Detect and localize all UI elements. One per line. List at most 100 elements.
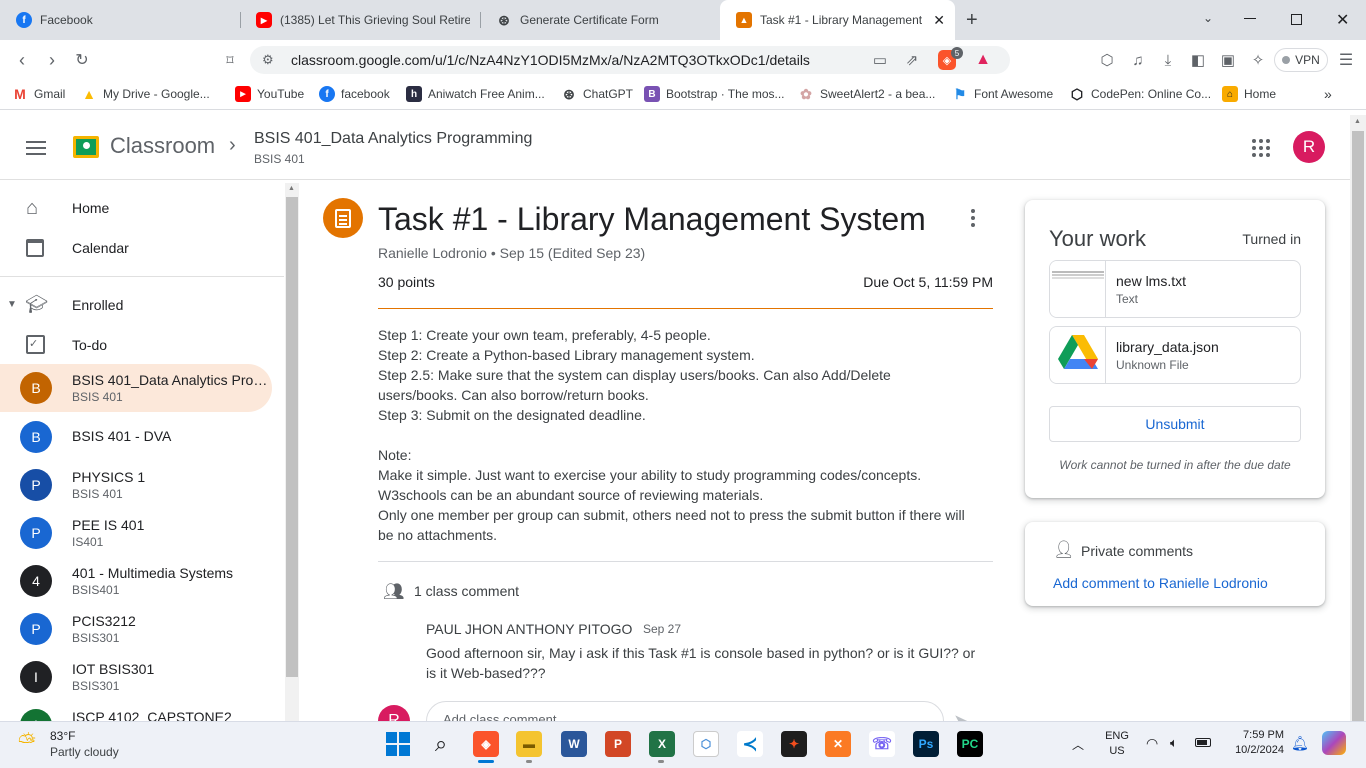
sidebar-scrollbar-thumb[interactable] bbox=[286, 197, 298, 677]
sidebar-item-calendar[interactable]: Calendar bbox=[0, 228, 272, 268]
excel-icon[interactable]: X bbox=[649, 731, 675, 757]
file-type: Text bbox=[1116, 292, 1139, 306]
page-scrollbar[interactable]: ▲ bbox=[1350, 115, 1366, 721]
clock[interactable]: 7:59 PM 10/2/2024 bbox=[1228, 729, 1284, 756]
bookmark-facebook[interactable]: f facebook bbox=[319, 86, 390, 102]
bookmark-sweetalert[interactable]: ✿ SweetAlert2 - a bea... bbox=[798, 86, 935, 102]
tab-title: Facebook bbox=[40, 13, 93, 27]
cast-icon[interactable]: ▭ bbox=[870, 50, 890, 70]
bookmark-codepen[interactable]: ⬡ CodePen: Online Co... bbox=[1069, 86, 1211, 102]
brave-browser-icon[interactable]: ◈ bbox=[473, 731, 499, 757]
main-menu-icon[interactable] bbox=[26, 141, 46, 143]
notification-bell-icon[interactable]: 🔔︎ bbox=[1291, 735, 1309, 752]
more-options-icon[interactable] bbox=[971, 209, 975, 213]
vpn-button[interactable]: VPN bbox=[1274, 48, 1328, 72]
reload-icon[interactable]: ↻ bbox=[70, 48, 94, 72]
site-info-icon[interactable]: ⚙ bbox=[262, 52, 274, 68]
expand-arrow-icon[interactable]: ▼ bbox=[7, 299, 17, 310]
partly-cloudy-icon[interactable]: ⛅︎ bbox=[18, 729, 36, 755]
product-name[interactable]: Classroom bbox=[110, 133, 215, 159]
bootstrap-icon: B bbox=[644, 86, 660, 102]
bookmark-label: Font Awesome bbox=[974, 87, 1054, 101]
send-icon[interactable]: ➤ bbox=[953, 709, 970, 721]
bookmark-gmail[interactable]: M Gmail bbox=[12, 86, 65, 102]
share-icon[interactable]: ⇗ bbox=[902, 50, 922, 70]
sidebar-class-item[interactable]: 4 401 - Multimedia Systems BSIS401 bbox=[0, 557, 272, 605]
page-scrollbar-thumb[interactable] bbox=[1352, 131, 1364, 721]
close-window-icon[interactable]: ✕ bbox=[1336, 10, 1349, 30]
sidebar-toggle-icon[interactable]: ◧ bbox=[1188, 50, 1208, 70]
browser-tab-youtube[interactable]: ▶ (1385) Let This Grieving Soul Retire bbox=[240, 0, 480, 40]
unsubmit-button[interactable]: Unsubmit bbox=[1049, 406, 1301, 442]
bookmark-drive[interactable]: ▲ My Drive - Google... bbox=[81, 86, 210, 102]
bookmark-icon[interactable]: ⌑ bbox=[218, 48, 242, 72]
windows-start-icon[interactable] bbox=[386, 732, 410, 756]
course-title[interactable]: BSIS 401_Data Analytics Programming bbox=[254, 130, 532, 148]
bookmark-chatgpt[interactable]: ⊛ ChatGPT bbox=[561, 86, 633, 102]
sidebar-item-home[interactable]: ⌂ Home bbox=[0, 188, 272, 228]
file-explorer-icon[interactable]: ▬ bbox=[516, 731, 542, 757]
forward-icon[interactable]: › bbox=[40, 48, 64, 72]
sidebar-item-label: Calendar bbox=[72, 240, 129, 256]
xampp-icon[interactable]: ✕ bbox=[825, 731, 851, 757]
add-comment-input[interactable]: Add class comment... bbox=[426, 701, 944, 721]
bookmark-home[interactable]: ⌂ Home bbox=[1222, 86, 1276, 102]
figma-icon[interactable]: ✦ bbox=[781, 731, 807, 757]
bookmark-aniwatch[interactable]: h Aniwatch Free Anim... bbox=[406, 86, 545, 102]
downloads-icon[interactable]: ⤓ bbox=[1158, 50, 1178, 70]
word-icon[interactable]: W bbox=[561, 731, 587, 757]
weather-temp[interactable]: 83°F bbox=[50, 729, 75, 743]
sidebar-class-item[interactable]: P PEE IS 401 IS401 bbox=[0, 509, 272, 557]
wifi-icon[interactable]: ◠ bbox=[1146, 735, 1158, 752]
sidebar-class-item[interactable]: B BSIS 401_Data Analytics Programming BS… bbox=[0, 364, 272, 412]
brave-rewards-icon[interactable]: ▲ bbox=[973, 50, 993, 70]
vscode-icon[interactable]: ≺ bbox=[737, 731, 763, 757]
attachment-file[interactable]: library_data.json Unknown File bbox=[1049, 326, 1301, 384]
account-avatar[interactable]: R bbox=[1293, 131, 1325, 163]
sidebar-class-item[interactable]: B BSIS 401 - DVA bbox=[0, 413, 272, 461]
new-tab-button[interactable]: + bbox=[966, 9, 978, 32]
browser-tab-task[interactable]: ▲ Task #1 - Library Management ✕ bbox=[720, 0, 955, 40]
battery-icon[interactable] bbox=[1195, 738, 1211, 747]
more-bookmarks-icon[interactable]: » bbox=[1324, 86, 1332, 102]
minimize-icon[interactable] bbox=[1244, 18, 1256, 19]
restore-icon[interactable] bbox=[1291, 14, 1302, 25]
back-icon[interactable]: ‹ bbox=[10, 48, 34, 72]
close-tab-icon[interactable]: ✕ bbox=[933, 12, 945, 29]
menu-icon[interactable]: ☰ bbox=[1336, 50, 1356, 70]
leo-ai-icon[interactable]: ✧ bbox=[1248, 50, 1268, 70]
copilot-icon[interactable] bbox=[1322, 731, 1346, 755]
volume-icon[interactable]: 🔈︎ bbox=[1170, 735, 1178, 751]
media-icon[interactable]: ♫ bbox=[1128, 50, 1148, 70]
pycharm-icon[interactable]: PC bbox=[957, 731, 983, 757]
show-hidden-icons-icon[interactable]: ︿ bbox=[1072, 736, 1084, 753]
viber-icon[interactable]: ☏ bbox=[869, 731, 895, 757]
url-text[interactable]: classroom.google.com/u/1/c/NzA4NzY1ODI5M… bbox=[291, 52, 810, 68]
tab-search-icon[interactable]: ⌄ bbox=[1203, 11, 1213, 25]
bookmark-fontawesome[interactable]: ⚑ Font Awesome bbox=[952, 86, 1053, 102]
search-icon[interactable]: ⌕ bbox=[428, 731, 454, 757]
browser-tab-facebook[interactable]: f Facebook bbox=[0, 0, 240, 40]
browser-tab-certificate[interactable]: ⊛ Generate Certificate Form bbox=[480, 0, 720, 40]
attachment-file[interactable]: new lms.txt Text bbox=[1049, 260, 1301, 318]
language-indicator[interactable]: ENG US bbox=[1105, 730, 1129, 757]
sidebar-scrollbar[interactable]: ▲ bbox=[285, 183, 299, 721]
weather-desc[interactable]: Partly cloudy bbox=[50, 745, 119, 759]
sidebar-class-item[interactable]: I ISCP 4102_CAPSTONE2 bbox=[0, 701, 272, 721]
home-icon: ⌂ bbox=[26, 197, 39, 219]
add-private-comment-link[interactable]: Add comment to Ranielle Lodronio bbox=[1053, 575, 1268, 591]
bookmark-bootstrap[interactable]: B Bootstrap · The mos... bbox=[644, 86, 785, 102]
extensions-icon[interactable]: ⬡ bbox=[1097, 50, 1117, 70]
sidebar-item-enrolled[interactable]: ▼ 🎓︎ Enrolled bbox=[0, 285, 272, 325]
virtualbox-icon[interactable]: ⬡ bbox=[693, 731, 719, 757]
wallet-icon[interactable]: ▣ bbox=[1218, 50, 1238, 70]
google-apps-icon[interactable] bbox=[1252, 139, 1270, 157]
breadcrumb-chevron-icon: › bbox=[229, 134, 236, 156]
sidebar-class-item[interactable]: P PCIS3212 BSIS301 bbox=[0, 605, 272, 653]
sidebar-class-item[interactable]: P PHYSICS 1 BSIS 401 bbox=[0, 461, 272, 509]
powerpoint-icon[interactable]: P bbox=[605, 731, 631, 757]
sidebar-class-item[interactable]: I IOT BSIS301 BSIS301 bbox=[0, 653, 272, 701]
bookmark-youtube[interactable]: ▶ YouTube bbox=[235, 86, 304, 102]
sidebar-item-todo[interactable]: ✓ To-do bbox=[0, 325, 272, 365]
photoshop-icon[interactable]: Ps bbox=[913, 731, 939, 757]
